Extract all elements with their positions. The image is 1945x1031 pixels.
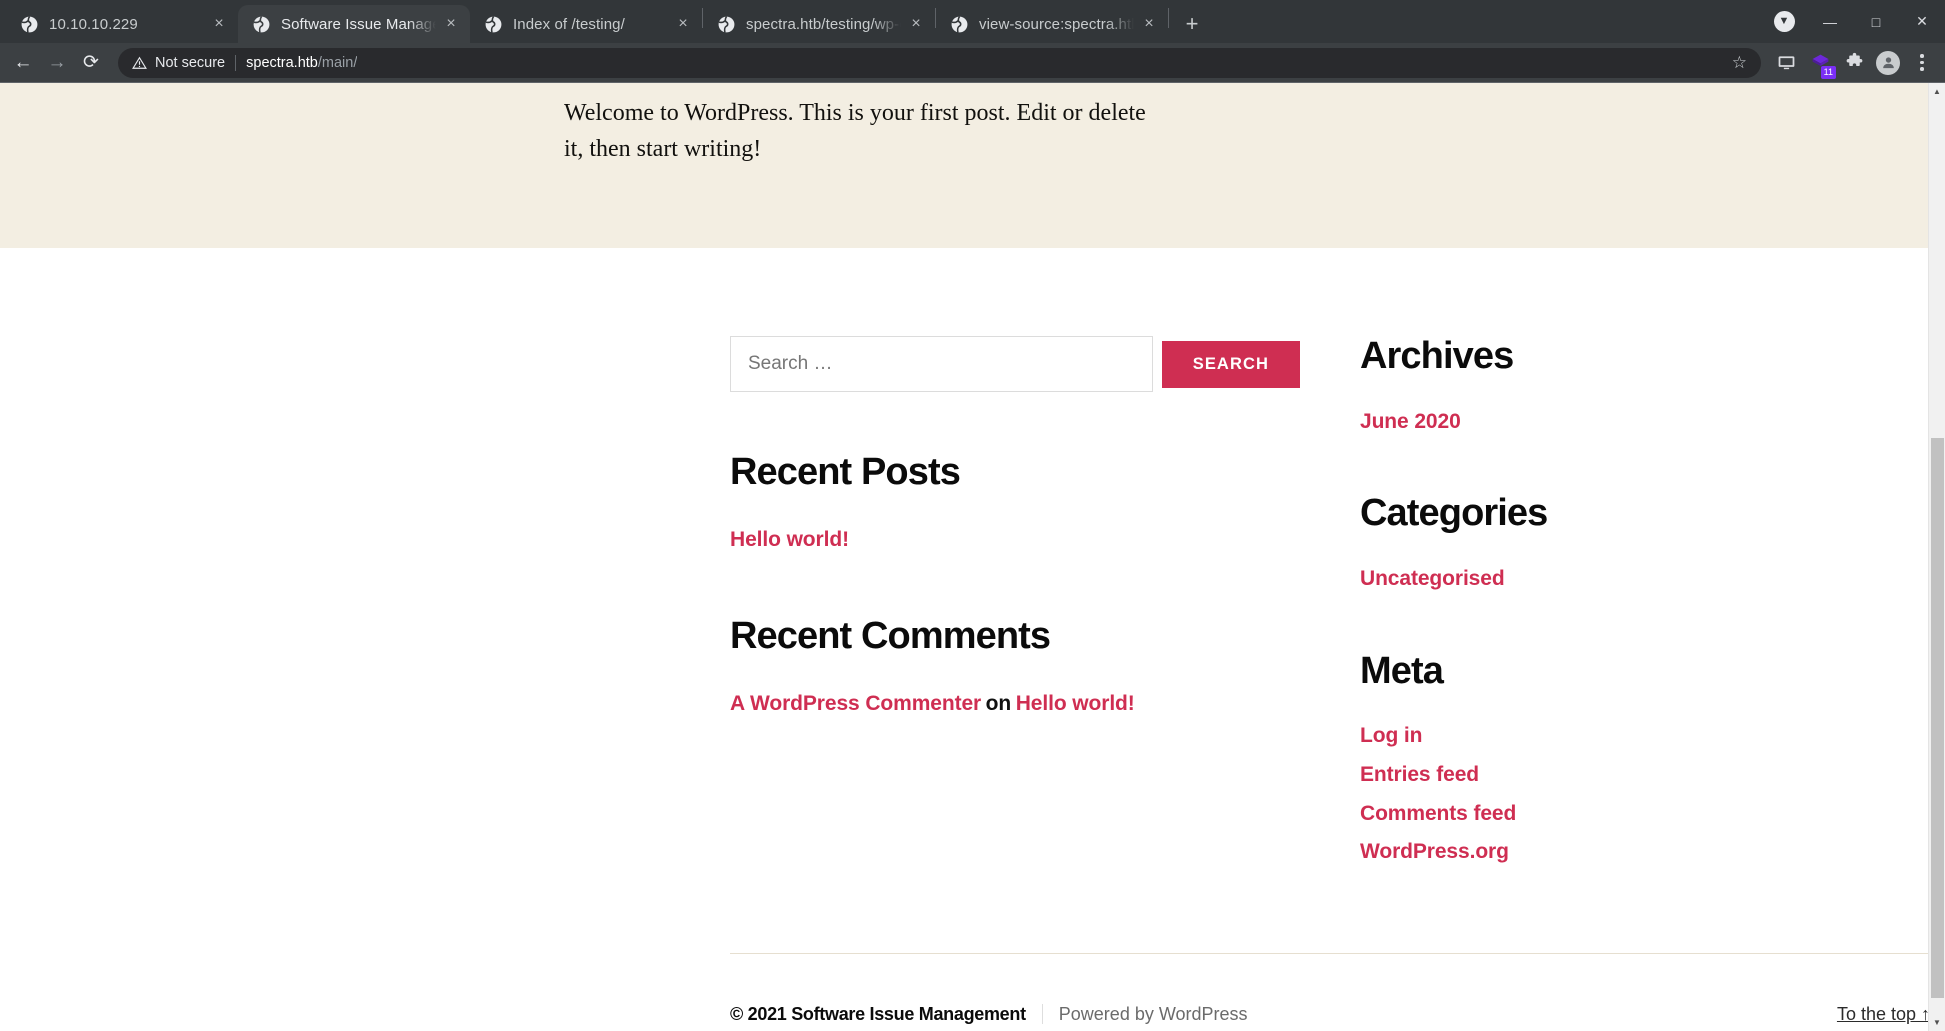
- list-item: Log in: [1360, 720, 1928, 753]
- widget-area: SEARCH Recent Posts Hello world! Recent …: [364, 248, 1564, 875]
- browser-tab-4[interactable]: spectra.htb/testing/wp-co ×: [703, 5, 935, 43]
- page-viewport: Welcome to WordPress. This is your first…: [0, 83, 1945, 1031]
- search-button[interactable]: SEARCH: [1161, 340, 1300, 388]
- post-excerpt-text: Welcome to WordPress. This is your first…: [564, 100, 1146, 163]
- meta-link-entries-feed[interactable]: Entries feed: [1360, 763, 1479, 786]
- footer-divider: [730, 952, 1928, 954]
- widget-title-archives: Archives: [1360, 335, 1514, 377]
- globe-icon: [253, 15, 270, 33]
- globe-icon: [485, 15, 502, 33]
- widget-title-recent-posts: Recent Posts: [730, 451, 961, 493]
- window-controls: ▼ — □ ✕: [1761, 0, 1945, 43]
- profile-avatar-icon[interactable]: [1871, 46, 1905, 80]
- puzzle-icon[interactable]: [1837, 46, 1871, 80]
- three-dots: [1920, 54, 1924, 71]
- tab-title: 10.10.10.229: [49, 15, 138, 33]
- browser-tab-5[interactable]: view-source:spectra.htb/t ×: [936, 5, 1168, 43]
- page-scrollbar[interactable]: ▲ ▼: [1928, 83, 1945, 1031]
- list-item: Entries feed: [1360, 759, 1928, 792]
- globe-icon: [951, 15, 968, 33]
- tab-close-icon[interactable]: ×: [672, 13, 694, 35]
- scroll-up-arrow-icon[interactable]: ▲: [1929, 83, 1945, 100]
- tab-close-icon[interactable]: ×: [905, 13, 927, 35]
- forward-button[interactable]: →: [40, 46, 74, 80]
- archive-link-june-2020[interactable]: June 2020: [1360, 410, 1461, 433]
- tab-strip: 10.10.10.229 × Software Issue Manageme ×…: [0, 0, 1945, 43]
- wordpress-page: Welcome to WordPress. This is your first…: [0, 83, 1928, 1031]
- tab-title: spectra.htb/testing/wp-co: [746, 15, 901, 33]
- scrollbar-thumb[interactable]: [1931, 438, 1944, 998]
- globe-icon: [21, 15, 38, 33]
- widget-column-left: SEARCH Recent Posts Hello world! Recent …: [730, 336, 1360, 875]
- search-input[interactable]: [730, 336, 1153, 392]
- browser-tab-2-active[interactable]: Software Issue Manageme ×: [238, 5, 470, 43]
- address-bar[interactable]: Not secure spectra.htb/main/ ☆: [118, 47, 1761, 78]
- url-path: /main/: [317, 54, 358, 71]
- comment-post-link[interactable]: Hello world!: [1016, 692, 1135, 715]
- maximize-button[interactable]: □: [1853, 0, 1899, 43]
- footer-copyright: © 2021 Software Issue Management: [730, 1003, 1026, 1024]
- browser-tab-3[interactable]: Index of /testing/ ×: [470, 5, 702, 43]
- security-status-label: Not secure: [155, 54, 226, 71]
- tab-close-icon[interactable]: ×: [208, 13, 230, 35]
- minimize-button[interactable]: —: [1807, 0, 1853, 43]
- meta-link-comments-feed[interactable]: Comments feed: [1360, 802, 1516, 825]
- comment-on-separator: on: [985, 692, 1012, 716]
- categories-list: Uncategorised: [1360, 563, 1928, 596]
- post-excerpt-band: Welcome to WordPress. This is your first…: [0, 83, 1928, 248]
- browser-toolbar: ← → ⟳ Not secure spectra.htb/main/ ☆ 11: [0, 43, 1945, 83]
- archives-list: June 2020: [1360, 406, 1928, 439]
- widget-title-meta: Meta: [1360, 649, 1444, 692]
- new-tab-button[interactable]: +: [1175, 7, 1209, 41]
- search-widget: SEARCH: [730, 336, 1300, 392]
- recent-post-link[interactable]: Hello world!: [730, 528, 849, 551]
- widget-title-categories: Categories: [1360, 492, 1548, 535]
- downloads-button[interactable]: ▼: [1761, 0, 1807, 43]
- list-item: Uncategorised: [1360, 563, 1928, 596]
- recent-comments-list: A WordPress Commenter on Hello world!: [730, 688, 1360, 721]
- tab-title: Software Issue Manageme: [281, 15, 436, 33]
- reload-button[interactable]: ⟳: [74, 46, 108, 80]
- tab-close-icon[interactable]: ×: [440, 13, 462, 35]
- kebab-menu-icon[interactable]: [1905, 46, 1939, 80]
- browser-tab-1[interactable]: 10.10.10.229 ×: [6, 5, 238, 43]
- browser-window: 10.10.10.229 × Software Issue Manageme ×…: [0, 0, 1945, 1031]
- list-item: Hello world!: [730, 524, 1360, 557]
- list-item: WordPress.org: [1360, 836, 1928, 869]
- tab-divider: [1168, 7, 1169, 28]
- back-button[interactable]: ←: [6, 46, 40, 80]
- widget-title-recent-comments: Recent Comments: [730, 615, 1051, 658]
- category-link-uncategorised[interactable]: Uncategorised: [1360, 567, 1505, 590]
- list-item: A WordPress Commenter on Hello world!: [730, 688, 1360, 721]
- meta-link-wordpress-org[interactable]: WordPress.org: [1360, 840, 1509, 863]
- bookmark-star-icon[interactable]: ☆: [1722, 53, 1747, 73]
- avatar: [1876, 50, 1900, 75]
- close-window-button[interactable]: ✕: [1899, 0, 1945, 43]
- meta-link-log-in[interactable]: Log in: [1360, 724, 1422, 747]
- omnibox-divider: [235, 54, 237, 71]
- url-text: spectra.htb/main/: [246, 55, 357, 71]
- widget-column-right: Archives June 2020 Categories Uncategori…: [1360, 335, 1928, 875]
- tab-title: Index of /testing/: [513, 15, 625, 33]
- comment-author-link[interactable]: A WordPress Commenter: [730, 692, 981, 715]
- purple-extension-icon[interactable]: 11: [1803, 46, 1837, 80]
- list-item: June 2020: [1360, 406, 1928, 439]
- tab-title: view-source:spectra.htb/t: [979, 15, 1134, 33]
- url-host: spectra.htb: [246, 54, 318, 71]
- to-the-top-link[interactable]: To the top ↑: [1837, 1004, 1928, 1025]
- scroll-down-arrow-icon[interactable]: ▼: [1929, 1014, 1945, 1031]
- site-footer: © 2021 Software Issue Management Powered…: [364, 952, 1928, 1025]
- extension-count-badge: 11: [1820, 65, 1836, 79]
- warning-triangle-icon: [132, 56, 147, 69]
- tab-close-icon[interactable]: ×: [1138, 13, 1160, 35]
- download-arrow-icon: ▼: [1773, 11, 1795, 32]
- list-item: Comments feed: [1360, 798, 1928, 831]
- recent-posts-list: Hello world!: [730, 524, 1360, 557]
- footer-powered-by: Powered by WordPress: [1058, 1003, 1248, 1024]
- footer-separator: [1041, 1004, 1043, 1025]
- cast-icon[interactable]: [1769, 46, 1803, 80]
- globe-icon: [718, 15, 735, 33]
- meta-list: Log in Entries feed Comments feed WordPr…: [1360, 720, 1928, 868]
